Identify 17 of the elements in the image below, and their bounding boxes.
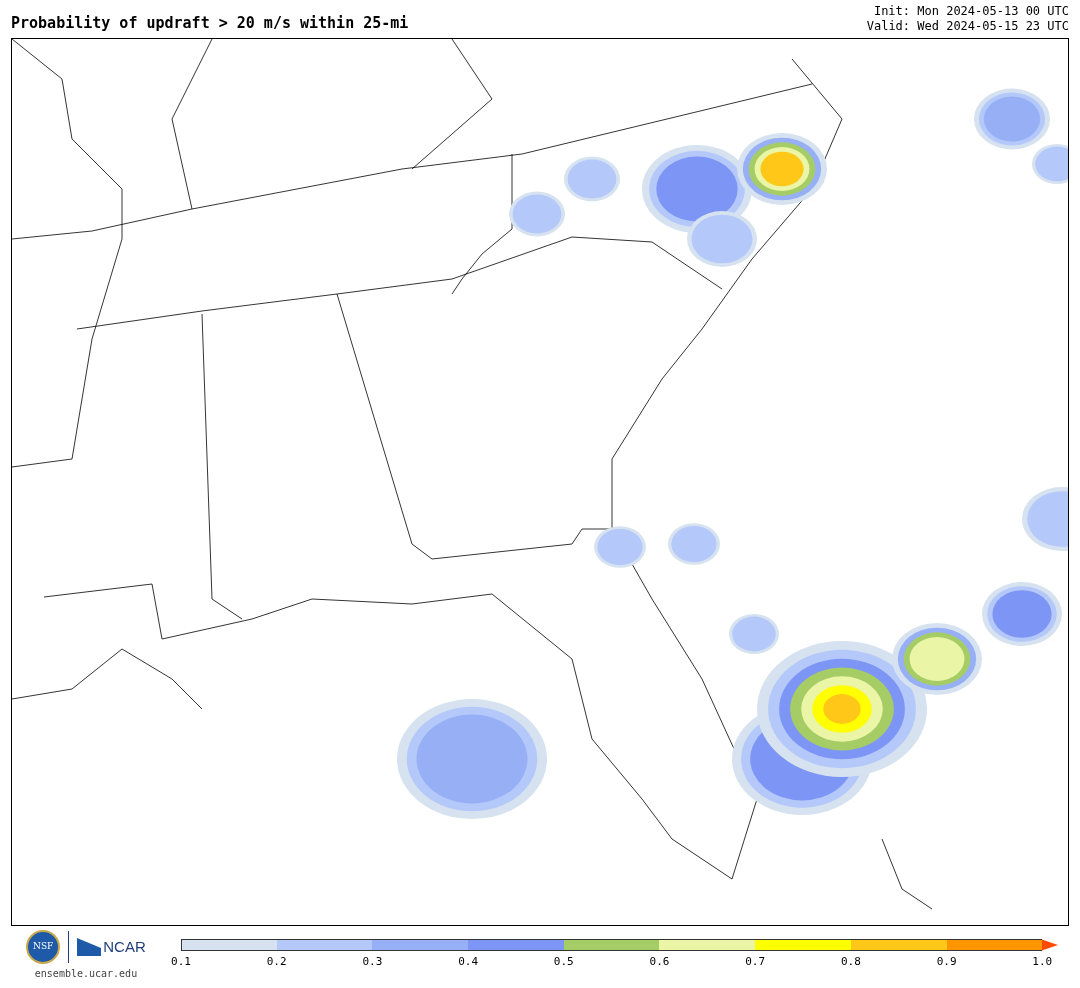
colorbar-tick-label: 0.6 [649,954,670,970]
colorbar-tick-label: 0.9 [936,954,957,970]
colorbar-tick-label: 0.7 [745,954,766,970]
colorbar-tick-label: 1.0 [1032,954,1053,970]
colorbar-tick-label: 0.3 [362,954,383,970]
ncar-logo: NCAR [103,936,146,957]
colorbar-tick-label: 0.5 [553,954,574,970]
init-time: Init: Mon 2024-05-13 00 UTC [873,4,1069,19]
valid-time: Valid: Wed 2024-05-15 23 UTC [866,19,1069,34]
ncar-logo-icon [77,938,102,956]
website-url: ensemble.ucar.edu [34,967,138,981]
colorbar-tick-label: 0.1 [171,954,191,970]
colorbar-tick-label: 0.4 [458,954,479,970]
nsf-logo: NSF [26,930,61,964]
colorbar-tick-label: 0.8 [840,954,861,970]
map-title: Probability of updraft > 20 m/s within 25-mi [11,12,409,34]
colorbar-tick-label: 0.2 [266,954,287,970]
